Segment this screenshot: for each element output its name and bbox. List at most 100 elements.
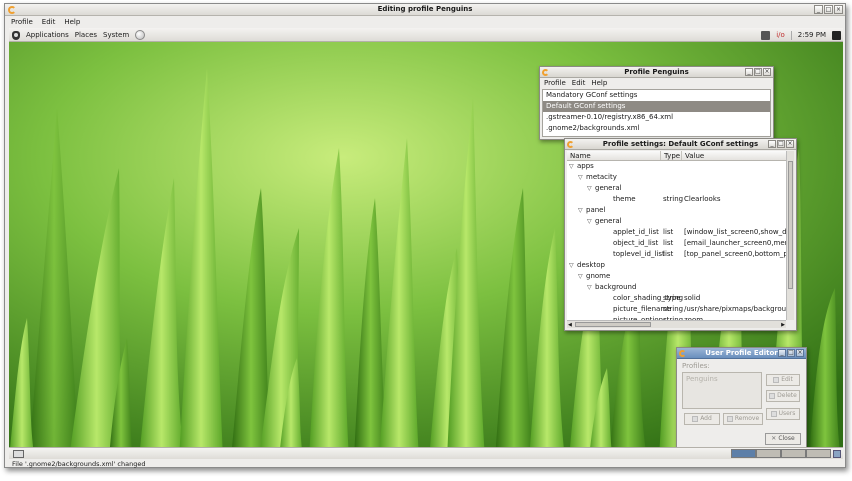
users-icon xyxy=(770,411,777,417)
penguins-menu-edit[interactable]: Edit xyxy=(572,78,586,89)
close-icon: ✕ xyxy=(771,435,777,442)
profile-settings-window: Profile settings: Default GConf settings… xyxy=(564,138,797,331)
volume-icon[interactable] xyxy=(761,30,771,40)
penguins-close-button[interactable]: × xyxy=(763,68,771,76)
settings-titlebar[interactable]: Profile settings: Default GConf settings… xyxy=(565,139,796,150)
remove-icon xyxy=(726,416,733,422)
add-profile-button[interactable]: Add xyxy=(684,413,720,425)
scroll-left-icon[interactable]: ◀ xyxy=(568,322,572,328)
key-type: string xyxy=(663,294,684,302)
tree-row[interactable]: ▽ metacity xyxy=(567,172,786,183)
expander-icon[interactable]: ▽ xyxy=(578,172,586,183)
tree-row[interactable]: ▽ background xyxy=(567,282,786,293)
close-editor-button[interactable]: ✕ Close xyxy=(765,433,801,445)
menu-edit[interactable]: Edit xyxy=(42,17,56,28)
list-item[interactable]: Mandatory GConf settings xyxy=(543,90,770,101)
key-value: Clearlooks xyxy=(684,195,721,203)
column-header-name[interactable]: Name xyxy=(567,151,661,160)
scroll-thumb[interactable] xyxy=(575,322,651,327)
tree-row[interactable]: ▽ general xyxy=(567,183,786,194)
editor-close-button[interactable]: × xyxy=(796,349,804,357)
key-name: applet_id_list xyxy=(613,228,659,236)
scroll-thumb[interactable] xyxy=(788,161,793,289)
network-monitor-icon[interactable]: i/o xyxy=(776,30,785,40)
expander-icon[interactable]: ▽ xyxy=(587,282,595,293)
tree-row[interactable]: object_id_list list [email_launcher_screen… xyxy=(567,238,786,249)
users-button[interactable]: Users xyxy=(766,408,800,420)
column-header-type[interactable]: Type xyxy=(661,151,682,160)
column-header-value[interactable]: Value xyxy=(682,151,786,160)
scroll-right-icon[interactable]: ▶ xyxy=(781,322,785,328)
key-name: apps xyxy=(577,162,594,170)
tree-row[interactable]: toplevel_id_list list [top_panel_screen0,b… xyxy=(567,249,786,260)
tree-row[interactable]: color_shading_type string solid xyxy=(567,293,786,304)
expander-icon[interactable]: ▽ xyxy=(578,271,586,282)
settings-close-button[interactable]: × xyxy=(786,140,794,148)
menu-help[interactable]: Help xyxy=(64,17,80,28)
edit-icon xyxy=(773,377,780,383)
tree-row[interactable]: ▽ general xyxy=(567,216,786,227)
tree-row[interactable]: applet_id_list list [window_list_screen0,s… xyxy=(567,227,786,238)
browser-launcher-icon[interactable] xyxy=(135,30,146,40)
trash-icon[interactable] xyxy=(833,450,841,458)
workspace-4[interactable] xyxy=(806,449,831,458)
menu-applications[interactable]: Applications xyxy=(26,30,69,40)
panel-clock[interactable]: 2:59 PM xyxy=(798,30,826,40)
settings-maximize-button[interactable]: □ xyxy=(777,140,785,148)
nested-desktop: Applications Places System i/o 2:59 PM P… xyxy=(9,28,843,459)
edit-profile-button[interactable]: Edit xyxy=(766,374,800,386)
expander-icon[interactable]: ▽ xyxy=(578,205,586,216)
gnome-foot-icon[interactable] xyxy=(12,30,20,40)
expander-icon[interactable]: ▽ xyxy=(569,260,577,271)
settings-title: Profile settings: Default GConf settings xyxy=(602,140,759,148)
editor-titlebar[interactable]: User Profile Editor _ □ × xyxy=(677,348,806,359)
maximize-button[interactable]: □ xyxy=(824,5,833,14)
tree-row[interactable]: ▽ desktop xyxy=(567,260,786,271)
list-item[interactable]: .gnome2/backgrounds.xml xyxy=(543,123,770,134)
list-item[interactable]: Penguins xyxy=(683,373,761,385)
bottom-panel xyxy=(9,447,843,459)
settings-minimize-button[interactable]: _ xyxy=(768,140,776,148)
settings-vertical-scrollbar[interactable] xyxy=(786,151,794,320)
expander-icon[interactable]: ▽ xyxy=(587,183,595,194)
key-name: general xyxy=(595,217,622,225)
list-item[interactable]: .gstreamer-0.10/registry.x86_64.xml xyxy=(543,112,770,123)
penguins-maximize-button[interactable]: □ xyxy=(754,68,762,76)
key-type: list xyxy=(663,239,674,247)
settings-horizontal-scrollbar[interactable]: ◀ ▶ xyxy=(567,320,786,328)
minimize-button[interactable]: _ xyxy=(814,5,823,14)
penguins-menubar: Profile Edit Help xyxy=(540,78,773,89)
editor-maximize-button[interactable]: □ xyxy=(787,349,795,357)
penguins-minimize-button[interactable]: _ xyxy=(745,68,753,76)
list-item-selected[interactable]: Default GConf settings xyxy=(543,101,770,112)
menu-profile[interactable]: Profile xyxy=(11,17,33,28)
delete-profile-button[interactable]: Delete xyxy=(766,390,800,402)
tree-row[interactable]: ▽ gnome xyxy=(567,271,786,282)
workspace-1[interactable] xyxy=(731,449,756,458)
profiles-label: Profiles: xyxy=(682,362,710,370)
expander-icon[interactable]: ▽ xyxy=(587,216,595,227)
penguins-source-list: Mandatory GConf settings Default GConf s… xyxy=(542,89,771,137)
close-button[interactable]: × xyxy=(834,5,843,14)
penguins-menu-profile[interactable]: Profile xyxy=(544,78,566,89)
tree-row[interactable]: picture_filename string/usr/share/pixmaps… xyxy=(567,304,786,315)
expander-icon[interactable]: ▽ xyxy=(569,161,577,172)
tree-row[interactable]: ▽ panel xyxy=(567,205,786,216)
workspace-2[interactable] xyxy=(756,449,781,458)
workspace-3[interactable] xyxy=(781,449,806,458)
remove-profile-button[interactable]: Remove xyxy=(723,413,763,425)
show-desktop-icon[interactable] xyxy=(13,450,24,458)
user-switcher-icon[interactable] xyxy=(832,30,841,40)
penguins-titlebar[interactable]: Profile Penguins _ □ × xyxy=(540,67,773,78)
tree-row[interactable]: theme string Clearlooks xyxy=(567,194,786,205)
profiles-list[interactable]: Penguins xyxy=(682,372,762,409)
penguins-menu-help[interactable]: Help xyxy=(591,78,607,89)
editor-minimize-button[interactable]: _ xyxy=(778,349,786,357)
outer-titlebar[interactable]: Editing profile Penguins _ □ × xyxy=(5,4,845,16)
key-name: gnome xyxy=(586,272,611,280)
outer-menubar: Profile Edit Help xyxy=(5,17,845,28)
menu-places[interactable]: Places xyxy=(75,30,97,40)
key-name: panel xyxy=(586,206,606,214)
menu-system[interactable]: System xyxy=(103,30,129,40)
tree-row[interactable]: ▽ apps xyxy=(567,161,786,172)
